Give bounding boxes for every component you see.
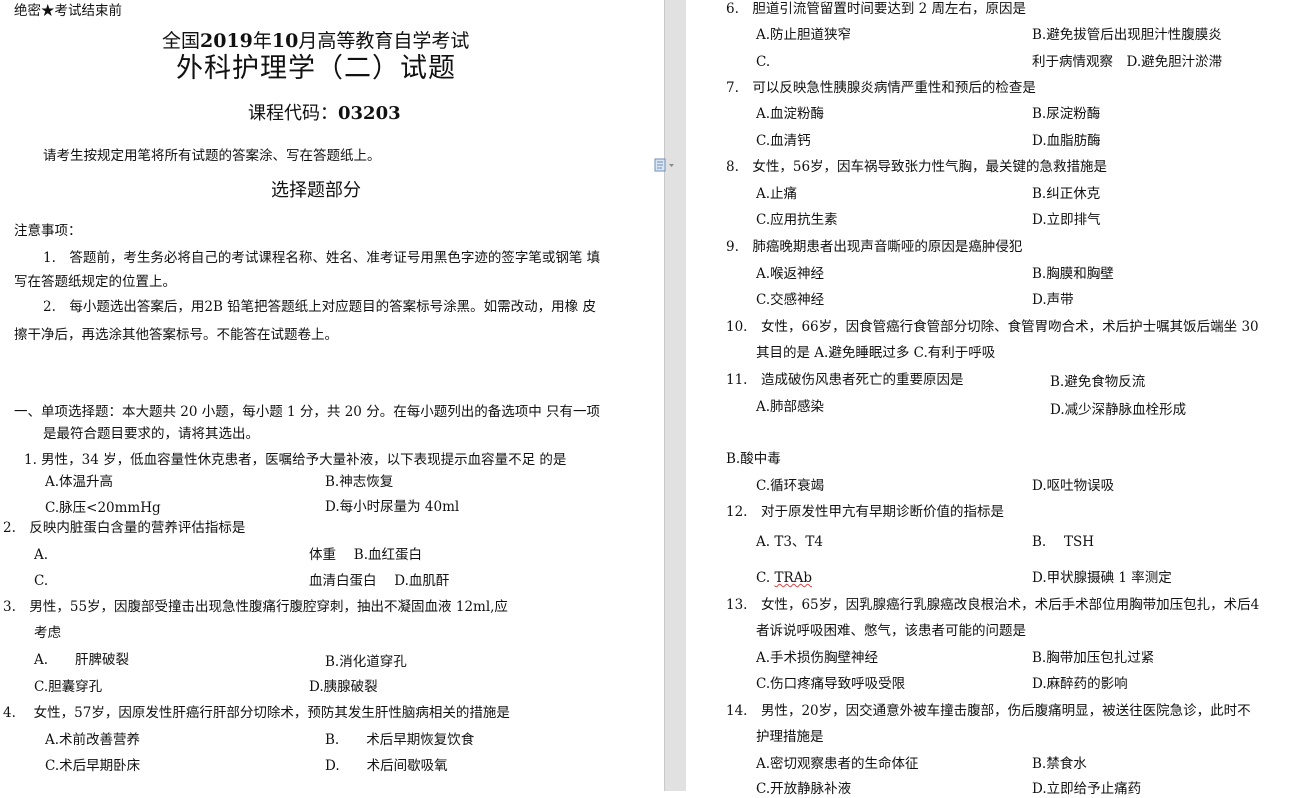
q1-option-c: C.脉压<20mmHg (45, 500, 161, 516)
q4-stem: 4. 女性，57岁，因原发性肝癌行肝部分切除术，预防其发生肝性脑病相关的措施是 (3, 705, 510, 721)
q4-option-c: C.术后早期卧床 (45, 758, 141, 774)
q11-option-b: B.避免食物反流 (1050, 374, 1146, 390)
q12-option-a: A. T3、T4 (756, 534, 824, 550)
q3-stem-line2: 考虑 (34, 625, 61, 641)
q13-option-d: D.麻醉药的影响 (1032, 676, 1128, 692)
q10-stem-line1: 10. 女性，66岁，因食管癌行食管部分切除、食管胃吻合术，术后护士嘱其饭后端坐… (726, 319, 1259, 335)
part-title: 选择题部分 (271, 180, 361, 201)
notes-title: 注意事项： (14, 223, 82, 239)
q4-option-a: A.术前改善营养 (45, 732, 141, 748)
q9-option-d: D.声带 (1032, 292, 1074, 308)
note1-line1: 1. 答题前，考生务必将自己的考试课程名称、姓名、准考证号用黑色字迹的签字笔或钢… (43, 250, 601, 266)
q13-option-b: B.胸带加压包扎过紧 (1032, 650, 1155, 666)
course-code: 课程代码：03203 (248, 103, 401, 124)
instruction: 请考生按规定用笔将所有试题的答案涂、写在答题纸上。 (43, 148, 381, 164)
exam-title: 全国2019年10月高等教育自学考试 (162, 30, 470, 52)
q14-option-d: D.立即给予止痛药 (1032, 781, 1142, 797)
q3-stem-line1: 3. 男性，55岁，因腹部受撞击出现急性腹痛行腹腔穿刺，抽出不凝固血液 12ml… (3, 599, 508, 615)
q2-stem: 2. 反映内脏蛋白含量的营养评估指标是 (3, 520, 246, 536)
q9-option-a: A.喉返神经 (756, 266, 825, 282)
note2-line2: 擦干净后，再选涂其他答案标号。不能答在试题卷上。 (14, 327, 338, 343)
q6-stem: 6. 胆道引流管留置时间要达到 2 周左右，原因是 (726, 1, 1027, 17)
note2-line1: 2. 每小题选出答案后，用2B 铅笔把答题纸上对应题目的答案标号涂黑。如需改动，… (43, 299, 596, 315)
q8-stem: 8. 女性，56岁，因车祸导致张力性气胸，最关键的急救措施是 (726, 159, 1108, 175)
q3-option-d: D.胰腺破裂 (309, 679, 378, 695)
q3-option-b: B.消化道穿孔 (325, 654, 407, 670)
secret-label: 绝密★考试结束前 (14, 3, 122, 19)
page-divider (664, 0, 665, 791)
q8-option-a: A.止痛 (756, 186, 798, 202)
q9-option-c: C.交感神经 (756, 292, 825, 308)
q13-option-a: A.手术损伤胸壁神经 (756, 650, 879, 666)
q4-option-d: D. 术后间歇吸氧 (325, 758, 448, 774)
q8-option-c: C.应用抗生素 (756, 212, 838, 228)
q9-option-b: B.胸膜和胸壁 (1032, 266, 1114, 282)
q7-option-b: B.尿淀粉酶 (1032, 106, 1101, 122)
q14-option-b: B.禁食水 (1032, 756, 1087, 772)
section1-line2: 是最符合题目要求的，请将其选出。 (43, 426, 259, 442)
q2-option-a: A. (34, 547, 49, 563)
q13-option-c: C.伤口疼痛导致呼吸受限 (756, 676, 906, 692)
q9-stem: 9. 肺癌晚期患者出现声音嘶哑的原因是癌肿侵犯 (726, 239, 1023, 255)
q14-stem-line2: 护理措施是 (756, 729, 824, 745)
q11-option-c: C.循环衰竭 (756, 478, 825, 494)
q1-option-b: B.神志恢复 (325, 474, 394, 490)
q7-option-d: D.血脂肪酶 (1032, 133, 1101, 149)
q7-option-a: A.血淀粉酶 (756, 106, 825, 122)
q1-stem: 1. 男性，34 岁，低血容量性休克患者，医嘱给予大量补液，以下表现提示血容量不… (24, 452, 567, 468)
q14-option-a: A.密切观察患者的生命体征 (756, 756, 919, 772)
document-options-icon[interactable] (654, 157, 676, 172)
subject-title: 外科护理学（二）试题 (176, 53, 456, 84)
q6-option-c: C. (756, 54, 771, 70)
q7-option-c: C.血清钙 (756, 133, 811, 149)
q14-option-c: C.开放静脉补液 (756, 781, 852, 797)
q1-option-a: A.体温升高 (45, 474, 114, 490)
q2-option-a-b: 体重 B.血红蛋白 (309, 547, 423, 563)
q11-stem: 11. 造成破伤风患者死亡的重要原因是 (726, 372, 964, 388)
q11-option-d: D.减少深静脉血栓形成 (1050, 402, 1187, 418)
q8-option-b: B.纠正休克 (1032, 186, 1101, 202)
page-gutter (664, 0, 686, 791)
q2-option-c: C. (34, 573, 49, 589)
q12-option-c: C. TRAb (756, 570, 812, 586)
q2-option-c-d: 血清白蛋白 D.血肌酐 (309, 573, 450, 589)
q3-option-a: A. 肝脾破裂 (34, 652, 130, 668)
note1-line2: 写在答题纸规定的位置上。 (14, 274, 176, 290)
q6-option-b: B.避免拔管后出现胆汁性腹膜炎 (1032, 27, 1222, 43)
q11-option-b-dup: B.酸中毒 (726, 451, 781, 467)
q10-stem-line2: 其目的是 A.避免睡眠过多 C.有利于呼吸 (756, 345, 996, 361)
q6-option-a: A.防止胆道狭窄 (756, 27, 852, 43)
q4-option-b: B. 术后早期恢复饮食 (325, 732, 475, 748)
section1-line1: 一、单项选择题：本大题共 20 小题，每小题 1 分，共 20 分。在每小题列出… (14, 404, 600, 420)
q3-option-c: C.胆囊穿孔 (34, 679, 103, 695)
q12-option-d: D.甲状腺摄碘 1 率测定 (1032, 570, 1172, 586)
q11-option-a: A.肺部感染 (756, 399, 825, 415)
q12-stem: 12. 对于原发性甲亢有早期诊断价值的指标是 (726, 504, 1004, 520)
q6-option-c-d: 利于病情观察 D.避免胆汁淤滞 (1032, 54, 1223, 70)
q12-option-b: B. TSH (1032, 534, 1095, 550)
q14-stem-line1: 14. 男性，20岁，因交通意外被车撞击腹部，伤后腹痛明显，被送往医院急诊，此时… (726, 703, 1251, 719)
q13-stem-line1: 13. 女性，65岁，因乳腺癌行乳腺癌改良根治术，术后手术部位用胸带加压包扎，术… (726, 597, 1260, 613)
q13-stem-line2: 者诉说呼吸困难、憋气，该患者可能的问题是 (756, 623, 1026, 639)
q8-option-d: D.立即排气 (1032, 212, 1101, 228)
q11-option-d-dup: D.呕吐物误吸 (1032, 478, 1115, 494)
q7-stem: 7. 可以反映急性胰腺炎病情严重性和预后的检查是 (726, 80, 1036, 96)
q1-option-d: D.每小时尿量为 40ml (325, 499, 460, 515)
